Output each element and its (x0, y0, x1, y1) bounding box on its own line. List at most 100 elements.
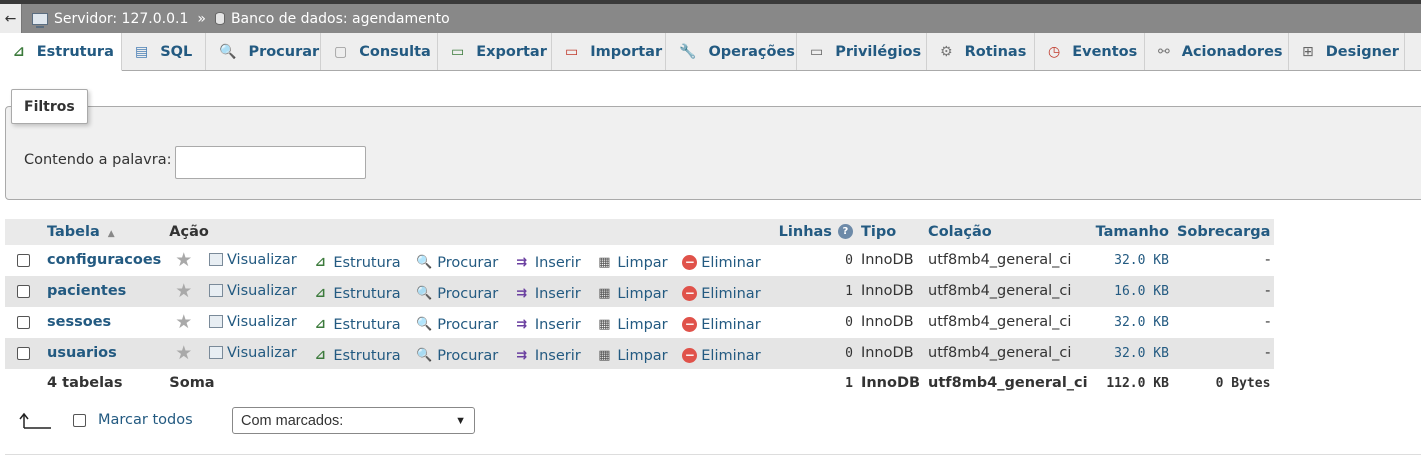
tab-privilegios[interactable]: ▭ Privilégios (797, 33, 927, 70)
search-action[interactable]: 🔍 Procurar (415, 348, 498, 364)
favorite-star-icon[interactable]: ★ (175, 311, 192, 333)
total-collation: utf8mb4_general_ci (924, 368, 1092, 398)
table-size[interactable]: 16.0 KB (1091, 275, 1173, 307)
breadcrumb-database[interactable]: Banco de dados: agendamento (214, 11, 450, 27)
filters-legend: Filtros (11, 89, 88, 124)
header-tamanho[interactable]: Tamanho (1091, 218, 1173, 245)
empty-action[interactable]: ▦ Limpar (595, 317, 667, 333)
triggers-icon: ⚯ (1158, 43, 1170, 60)
row-checkbox[interactable] (17, 253, 30, 267)
structure-action-label: Estrutura (333, 348, 401, 364)
table-size[interactable]: 32.0 KB (1091, 306, 1173, 338)
tab-procurar[interactable]: 🔍 Procurar (206, 33, 321, 70)
drop-action[interactable]: − Eliminar (682, 255, 761, 271)
tab-rotinas[interactable]: ⚙ Rotinas (927, 33, 1035, 70)
tab-acionadores[interactable]: ⚯ Acionadores (1145, 33, 1289, 70)
breadcrumb: ← Servidor: 127.0.0.1 » Banco de dados: … (0, 0, 1421, 33)
collation: utf8mb4_general_ci (924, 275, 1092, 307)
tab-eventos[interactable]: ◷ Eventos (1035, 33, 1145, 70)
row-checkbox[interactable] (17, 315, 30, 329)
empty-action-label: Limpar (617, 317, 668, 333)
empty-table-icon: ▦ (598, 286, 611, 301)
with-selected-select[interactable]: Com marcados: ▼ (232, 407, 475, 434)
insert-action[interactable]: ⇉ Inserir (513, 286, 580, 302)
drop-action[interactable]: − Eliminar (682, 348, 761, 364)
search-icon: 🔍 (416, 255, 433, 270)
search-action-label: Procurar (437, 317, 499, 333)
table-name-link[interactable]: configuracoes (47, 252, 161, 268)
header-linhas[interactable]: Linhas? (774, 218, 857, 245)
view-action-label: Visualizar (226, 313, 297, 330)
row-checkbox[interactable] (17, 284, 30, 298)
sort-ascending-icon: ▲ (107, 228, 115, 239)
favorite-star-icon[interactable]: ★ (175, 280, 192, 302)
structure-action[interactable]: ⊿ Estrutura (311, 348, 401, 364)
insert-action[interactable]: ⇉ Inserir (513, 255, 580, 271)
table-overhead: - (1172, 337, 1275, 369)
divider (5, 454, 1421, 455)
tab-label: Exportar (476, 43, 547, 60)
tab-sql[interactable]: ▤ SQL (122, 33, 206, 70)
empty-action[interactable]: ▦ Limpar (595, 348, 667, 364)
search-action[interactable]: 🔍 Procurar (415, 317, 498, 333)
browse-icon (208, 346, 223, 359)
view-action[interactable]: Visualizar (208, 345, 297, 361)
collapse-navigation-button[interactable]: ← (0, 4, 22, 33)
insert-action[interactable]: ⇉ Inserir (513, 317, 580, 333)
sql-icon: ▤ (135, 43, 149, 60)
search-action-label: Procurar (437, 255, 499, 271)
table-size[interactable]: 32.0 KB (1091, 244, 1173, 276)
drop-action[interactable]: − Eliminar (682, 317, 761, 333)
routines-icon: ⚙ (940, 43, 953, 60)
mark-all-link[interactable]: Marcar todos (98, 412, 193, 428)
search-action[interactable]: 🔍 Procurar (415, 255, 498, 271)
structure-action[interactable]: ⊿ Estrutura (311, 317, 401, 333)
table-name-link[interactable]: pacientes (47, 283, 126, 299)
breadcrumb-server-label[interactable]: Servidor: 127.0.0.1 (54, 11, 188, 27)
info-icon[interactable]: ? (837, 224, 853, 240)
tab-operacoes[interactable]: 🔧 Operações (666, 33, 797, 70)
sum-label: Soma (165, 368, 775, 398)
view-action-label: Visualizar (226, 282, 297, 299)
view-action[interactable]: Visualizar (208, 313, 297, 330)
drop-icon: − (682, 286, 698, 301)
structure-icon: ⊿ (314, 286, 326, 301)
structure-action[interactable]: ⊿ Estrutura (311, 286, 401, 302)
view-action[interactable]: Visualizar (208, 252, 297, 268)
empty-table-icon: ▦ (598, 255, 611, 270)
drop-action[interactable]: − Eliminar (682, 285, 761, 302)
structure-action[interactable]: ⊿ Estrutura (311, 255, 401, 271)
breadcrumb-server[interactable]: Servidor: 127.0.0.1 (32, 11, 188, 28)
mark-all-checkbox[interactable] (73, 414, 86, 427)
tab-exportar[interactable]: ▭ Exportar (438, 33, 552, 70)
wrench-icon: 🔧 (679, 43, 697, 60)
database-icon (214, 12, 225, 25)
empty-action[interactable]: ▦ Limpar (595, 255, 667, 271)
favorite-star-icon[interactable]: ★ (175, 249, 192, 271)
table-size[interactable]: 32.0 KB (1091, 337, 1173, 369)
breadcrumb-database-label[interactable]: Banco de dados: agendamento (231, 11, 450, 27)
drop-action-label: Eliminar (701, 285, 761, 302)
query-icon: ▢ (334, 43, 348, 60)
row-checkbox[interactable] (17, 346, 30, 360)
tab-importar[interactable]: ▭ Importar (552, 33, 666, 70)
tab-designer[interactable]: ⊞ Designer (1289, 33, 1405, 70)
header-sobrecarga[interactable]: Sobrecarga (1172, 218, 1275, 245)
tab-label: Importar (590, 43, 663, 60)
search-icon: 🔍 (219, 43, 237, 60)
search-action[interactable]: 🔍 Procurar (415, 286, 498, 302)
tab-consulta[interactable]: ▢ Consulta (321, 33, 438, 70)
empty-action[interactable]: ▦ Limpar (595, 286, 667, 302)
filter-word-input[interactable] (175, 146, 366, 179)
table-name-link[interactable]: sessoes (47, 314, 111, 330)
tab-estrutura[interactable]: ⊿ Estrutura (0, 33, 122, 71)
header-colacao[interactable]: Colação (924, 218, 1092, 245)
header-tipo[interactable]: Tipo (856, 218, 925, 245)
header-tabela[interactable]: Tabela ▲ (43, 218, 166, 245)
view-action[interactable]: Visualizar (208, 282, 297, 299)
table-name-link[interactable]: usuarios (47, 345, 117, 361)
drop-icon: − (682, 348, 698, 363)
header-linhas-label: Linhas (778, 223, 832, 240)
favorite-star-icon[interactable]: ★ (175, 342, 192, 364)
insert-action[interactable]: ⇉ Inserir (513, 348, 580, 364)
